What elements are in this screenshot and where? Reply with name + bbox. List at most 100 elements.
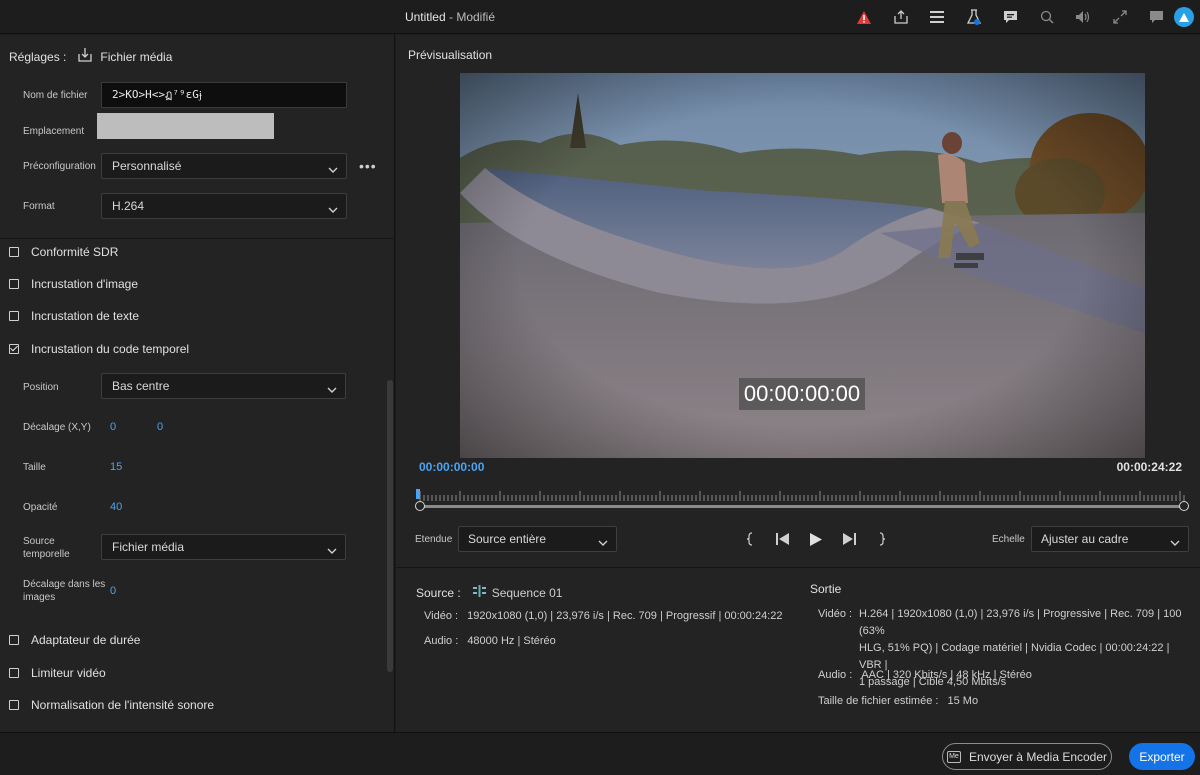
time-source-value: Fichier média [112,540,185,554]
settings-scrollbar[interactable] [387,380,393,672]
footer-bar: Me Envoyer à Media Encoder Exporter [0,732,1200,775]
text-overlay-row[interactable]: Incrustation de texte [9,309,139,323]
format-select[interactable]: H.264 [101,193,347,219]
playhead[interactable] [416,489,420,499]
frame-offset-value[interactable]: 0 [110,585,116,597]
timecode-overlay: 00:00:00:00 [739,378,865,410]
position-select[interactable]: Bas centre [101,373,346,399]
scale-label: Echelle [992,534,1025,545]
source-video-value: 1920x1080 (1,0) | 23,976 i/s | Rec. 709 … [467,610,783,622]
in-point-handle[interactable] [415,501,425,511]
sdr-compliance-row[interactable]: Conformité SDR [9,245,118,259]
feedback-icon[interactable] [1138,6,1175,28]
estimated-size-value: 15 Mo [947,695,979,707]
duration-adapter-checkbox[interactable] [9,635,19,645]
import-icon[interactable] [78,48,93,65]
timecode-overlay-label: Incrustation du code temporel [31,342,190,356]
scale-select[interactable]: Ajuster au cadre [1031,526,1189,552]
warning-icon[interactable] [846,6,883,28]
size-value[interactable]: 15 [110,461,122,473]
video-preview: 00:00:00:00 [460,73,1145,458]
toolbar [846,6,1175,28]
volume-icon[interactable] [1065,6,1102,28]
location-field[interactable] [97,113,274,139]
range-select[interactable]: Source entière [458,526,617,552]
filename-label: Nom de fichier [23,90,88,101]
frame-offset-label: Décalage dans les images [23,578,105,604]
output-audio-label: Audio : [818,669,853,681]
queue-icon[interactable] [919,6,956,28]
media-file-label[interactable]: Fichier média [100,50,172,64]
range-value: Source entière [468,532,547,546]
time-source-label-line1: Source [23,536,55,547]
filename-input[interactable]: 2>KO>H<>ฏ⁷⁹ɛGɉ [101,82,347,108]
offset-y-value[interactable]: 0 [157,421,163,433]
preview-title: Prévisualisation [408,48,493,62]
transport-controls [733,530,898,548]
output-video-line1: H.264 | 1920x1080 (1,0) | 23,976 i/s | P… [859,608,1182,637]
duration-timecode: 00:00:24:22 [1116,460,1182,474]
source-info-header: Source : Sequence 01 [416,585,562,600]
output-label: Sortie [810,582,842,596]
chevron-down-icon [1170,532,1180,556]
video-limiter-label: Limiteur vidéo [31,666,106,680]
preview-panel: Prévisualisation 00:00:00:00 00:00:00:00… [396,35,1200,732]
text-overlay-checkbox[interactable] [9,311,19,321]
flask-icon[interactable] [956,6,993,28]
send-to-media-encoder-button[interactable]: Me Envoyer à Media Encoder [942,743,1112,770]
loudness-row[interactable]: Normalisation de l'intensité sonore [9,698,214,712]
title-bar: Untitled - Modifié [0,0,1200,34]
offset-x-value[interactable]: 0 [110,421,116,433]
export-button[interactable]: Exporter [1129,743,1195,770]
opacity-value[interactable]: 40 [110,501,122,513]
share-icon[interactable] [883,6,920,28]
timecode-overlay-checkbox[interactable] [9,344,19,354]
step-forward-icon[interactable] [832,530,865,548]
position-label: Position [23,382,59,393]
image-overlay-row[interactable]: Incrustation d'image [9,277,138,291]
timecode-overlay-row[interactable]: Incrustation du code temporel [9,342,189,356]
time-source-label-line2: temporelle [23,549,70,560]
duration-adapter-row[interactable]: Adaptateur de durée [9,633,140,647]
window-title: Untitled - Modifié [0,10,900,24]
output-audio-value: AAC | 320 Kbits/s | 48 kHz | Stéréo [861,669,1032,681]
settings-panel: Réglages : Fichier média Nom de fichier … [0,35,395,732]
step-back-icon[interactable] [766,530,799,548]
preset-select[interactable]: Personnalisé [101,153,347,179]
chevron-down-icon [328,199,338,223]
format-label: Format [23,201,55,212]
fullscreen-icon[interactable] [1102,6,1139,28]
image-overlay-checkbox[interactable] [9,279,19,289]
avatar[interactable] [1174,7,1194,27]
video-limiter-row[interactable]: Limiteur vidéo [9,666,106,680]
send-to-media-encoder-label: Envoyer à Media Encoder [968,749,1108,764]
video-limiter-checkbox[interactable] [9,668,19,678]
zoom-icon[interactable] [1029,6,1066,28]
frame-offset-label-line1: Décalage dans les [23,579,106,590]
time-ruler[interactable] [418,490,1186,502]
sdr-label: Conformité SDR [31,245,119,259]
modified-indicator: - Modifié [445,10,496,24]
sdr-checkbox[interactable] [9,247,19,257]
time-source-select[interactable]: Fichier média [101,534,346,560]
play-icon[interactable] [799,530,832,548]
source-audio-label: Audio : [424,635,459,647]
current-timecode[interactable]: 00:00:00:00 [419,460,484,474]
source-video-info: Vidéo : 1920x1080 (1,0) | 23,976 i/s | R… [424,608,782,625]
comments-icon[interactable] [992,6,1029,28]
set-out-point-icon[interactable] [865,530,898,548]
preset-label: Préconfiguration [23,161,96,172]
format-value: H.264 [112,199,145,213]
loudness-checkbox[interactable] [9,700,19,710]
out-point-handle[interactable] [1179,501,1189,511]
text-overlay-label: Incrustation de texte [31,309,140,323]
duration-adapter-label: Adaptateur de durée [31,633,141,647]
source-label: Source : [416,585,461,600]
scrub-track[interactable] [420,505,1184,508]
set-in-point-icon[interactable] [733,530,766,548]
time-source-label: Source temporelle [23,535,70,561]
document-title: Untitled [404,10,446,24]
loudness-label: Normalisation de l'intensité sonore [31,698,215,712]
source-audio-value: 48000 Hz | Stéréo [467,635,556,647]
more-options-icon[interactable]: ••• [359,158,377,174]
